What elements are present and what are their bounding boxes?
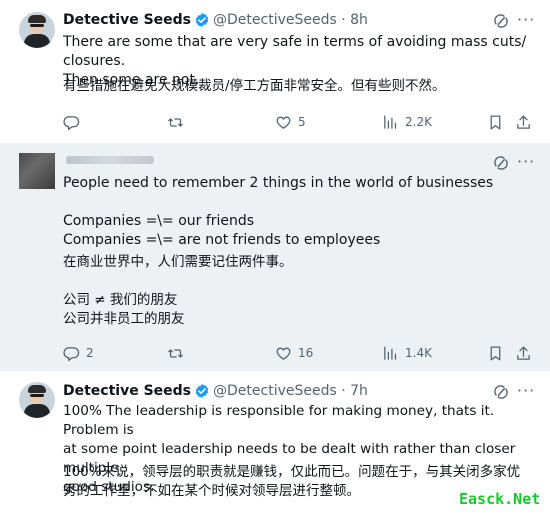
more-icon[interactable]: ··· xyxy=(517,154,535,170)
more-icon[interactable]: ··· xyxy=(517,383,535,399)
repost-button[interactable] xyxy=(167,343,190,363)
reply-icon xyxy=(63,346,80,361)
author-name[interactable]: Detective Seeds xyxy=(63,12,191,28)
tweet-1[interactable]: Detective Seeds @DetectiveSeeds · 8h ···… xyxy=(0,0,550,143)
author-handle-time[interactable]: @DetectiveSeeds · 7h xyxy=(213,383,368,399)
bookmark-icon xyxy=(490,345,501,361)
share-button[interactable] xyxy=(515,343,532,363)
share-icon xyxy=(517,114,530,129)
share-icon xyxy=(517,345,530,360)
views-icon xyxy=(384,114,397,129)
share-button[interactable] xyxy=(515,112,532,132)
verified-badge-icon xyxy=(194,12,210,28)
avatar[interactable] xyxy=(19,382,55,418)
author-name[interactable]: Detective Seeds xyxy=(63,383,191,399)
avatar[interactable] xyxy=(19,153,55,189)
bookmark-button[interactable] xyxy=(487,112,504,132)
action-bar: 5 2.2K xyxy=(0,112,550,132)
more-icon[interactable]: ··· xyxy=(517,12,535,28)
grok-icon[interactable] xyxy=(493,384,509,400)
avatar[interactable] xyxy=(19,12,55,48)
repost-button[interactable] xyxy=(167,112,190,132)
tweet-header: Detective Seeds @DetectiveSeeds · 8h xyxy=(63,12,368,28)
views-icon xyxy=(384,345,397,360)
action-bar: 2 16 1.4K xyxy=(0,343,550,363)
like-icon xyxy=(276,116,291,129)
reply-icon xyxy=(63,115,80,130)
author-name xyxy=(66,156,154,164)
like-button[interactable]: 16 xyxy=(275,343,313,363)
like-icon xyxy=(276,347,291,360)
bookmark-button[interactable] xyxy=(487,343,504,363)
views-button[interactable]: 2.2K xyxy=(382,112,432,132)
reply-button[interactable] xyxy=(63,112,86,132)
tweet-text-cn: 有些措施在避免大规模裁员/停工方面非常安全。但有些则不然。 xyxy=(63,78,446,94)
like-button[interactable]: 5 xyxy=(275,112,306,132)
tweet-text-cn: 在商业世界中，人们需要记住两件事。 公司 ≠ 我们的朋友 公司并非员工的朋友 xyxy=(63,254,293,327)
watermark: Easck.Net xyxy=(457,490,543,508)
repost-icon xyxy=(168,348,183,358)
verified-badge-icon xyxy=(194,383,210,399)
tweet-2[interactable]: ··· People need to remember 2 things in … xyxy=(0,143,550,371)
bookmark-icon xyxy=(490,114,501,130)
tweet-text-en: People need to remember 2 things in the … xyxy=(63,175,494,248)
reply-button[interactable]: 2 xyxy=(63,343,94,363)
author-handle-time[interactable]: @DetectiveSeeds · 8h xyxy=(213,12,368,28)
grok-icon[interactable] xyxy=(493,155,509,171)
grok-icon[interactable] xyxy=(493,13,509,29)
repost-icon xyxy=(168,117,183,127)
tweet-header: Detective Seeds @DetectiveSeeds · 7h xyxy=(63,383,368,399)
views-button[interactable]: 1.4K xyxy=(382,343,432,363)
